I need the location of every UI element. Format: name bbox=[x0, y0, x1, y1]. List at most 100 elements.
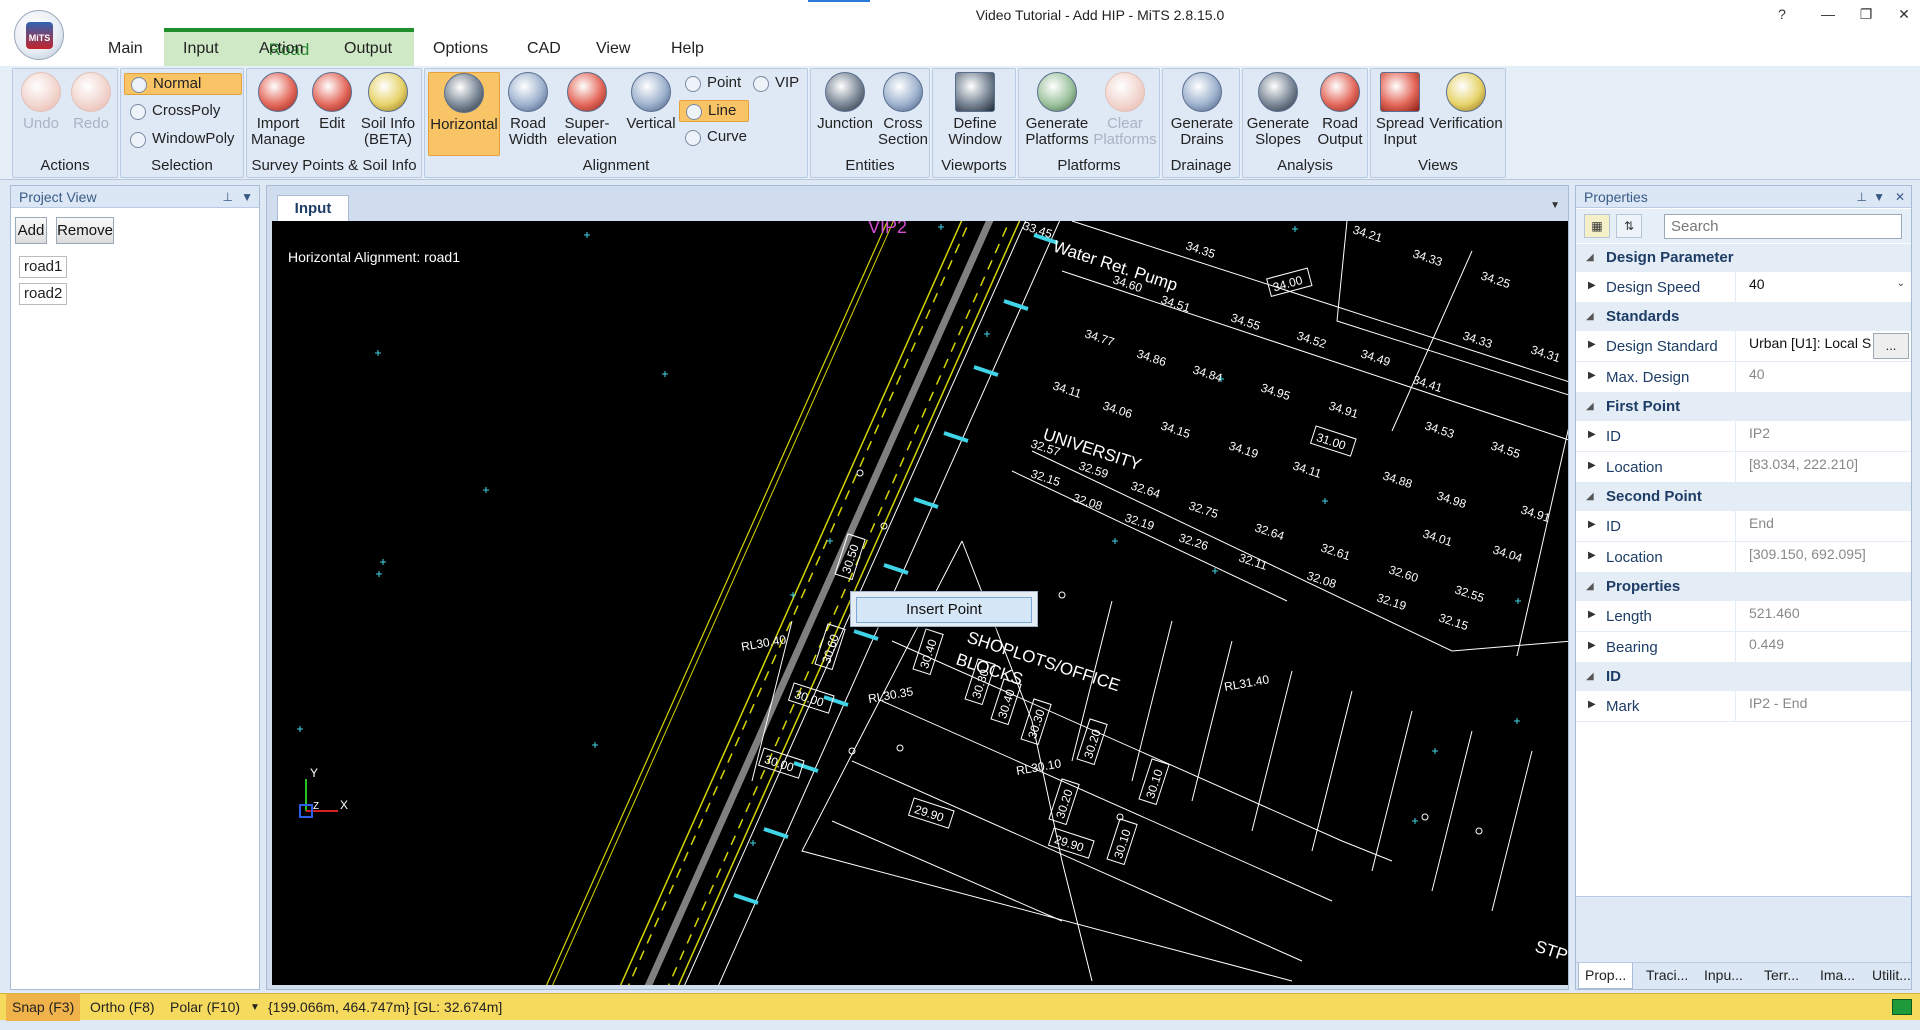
tab-terrain[interactable]: Terr... bbox=[1764, 967, 1799, 983]
tab-help[interactable]: Help bbox=[671, 40, 704, 58]
collapse-icon[interactable]: ◢ bbox=[1586, 483, 1594, 511]
vertical-alignment-button[interactable]: Vertical bbox=[623, 72, 679, 132]
redo-button[interactable]: Redo bbox=[69, 72, 113, 132]
insert-point-menu-item[interactable]: Insert Point bbox=[856, 597, 1032, 623]
minimize-icon[interactable]: — bbox=[1813, 3, 1843, 25]
restore-icon[interactable]: ❐ bbox=[1851, 3, 1881, 25]
expand-icon[interactable]: ▶ bbox=[1588, 339, 1596, 350]
generate-drains-icon bbox=[1182, 72, 1222, 112]
snap-toggle[interactable]: Snap (F3) bbox=[6, 994, 81, 1021]
tab-input[interactable]: Input bbox=[183, 40, 219, 58]
tab-options[interactable]: Options bbox=[433, 40, 488, 58]
expand-icon[interactable]: ▶ bbox=[1588, 370, 1596, 381]
point-button[interactable]: Point bbox=[679, 73, 749, 95]
property-category[interactable]: ◢ First Point bbox=[1576, 393, 1911, 421]
close-icon[interactable]: ✕ bbox=[1895, 186, 1905, 208]
expand-icon[interactable]: ▶ bbox=[1588, 280, 1596, 291]
tab-tracing[interactable]: Traci... bbox=[1646, 967, 1688, 983]
expand-icon[interactable]: ▶ bbox=[1588, 609, 1596, 620]
property-category[interactable]: ◢ ID bbox=[1576, 663, 1911, 691]
road-width-button[interactable]: Road Width bbox=[505, 72, 551, 148]
import-manage-button[interactable]: Import Manage bbox=[251, 72, 305, 148]
ellipsis-button[interactable]: ... bbox=[1873, 333, 1909, 359]
cad-canvas[interactable]: VIP2 Water Ret. Pump UNIVERSITY SHOPLOTS… bbox=[272, 221, 1568, 985]
property-name: Location bbox=[1606, 452, 1736, 482]
polar-toggle[interactable]: Polar (F10) bbox=[164, 994, 246, 1021]
dropdown-icon[interactable]: ▼ bbox=[241, 186, 253, 208]
collapse-icon[interactable]: ◢ bbox=[1586, 663, 1594, 691]
group-entities: Junction Cross Section Entities bbox=[810, 68, 930, 178]
tab-images[interactable]: Ima... bbox=[1820, 967, 1855, 983]
project-item-road2[interactable]: road2 bbox=[19, 283, 67, 305]
undo-button[interactable]: Undo bbox=[19, 72, 63, 132]
property-value[interactable]: 40 bbox=[1745, 273, 1909, 301]
sort-alpha-icon[interactable]: ⇅ bbox=[1616, 214, 1642, 238]
expand-icon[interactable]: ▶ bbox=[1588, 640, 1596, 651]
spread-input-button[interactable]: Spread Input bbox=[1373, 72, 1427, 148]
expand-icon[interactable]: ▶ bbox=[1588, 699, 1596, 710]
tab-cad[interactable]: CAD bbox=[527, 40, 561, 58]
document-list-icon[interactable]: ▼ bbox=[1550, 200, 1560, 211]
curve-button[interactable]: Curve bbox=[679, 127, 749, 149]
categorized-icon[interactable]: ▦ bbox=[1584, 214, 1610, 238]
junction-button[interactable]: Junction bbox=[813, 72, 877, 132]
ortho-toggle[interactable]: Ortho (F8) bbox=[84, 994, 161, 1021]
help-icon[interactable]: ? bbox=[1767, 3, 1797, 25]
spot-level: 34.49 bbox=[1359, 347, 1392, 370]
dropdown-icon[interactable]: ▼ bbox=[1873, 186, 1885, 208]
collapse-icon[interactable]: ◢ bbox=[1586, 303, 1594, 331]
remove-button[interactable]: Remove bbox=[56, 217, 114, 244]
road-output-button[interactable]: Road Output bbox=[1313, 72, 1367, 148]
expand-icon[interactable]: ▶ bbox=[1588, 429, 1596, 440]
horizontal-alignment-button[interactable]: Horizontal bbox=[428, 72, 500, 156]
generate-drains-button[interactable]: Generate Drains bbox=[1167, 72, 1237, 148]
spot-level: 32.08 bbox=[1071, 491, 1104, 514]
define-window-button[interactable]: Define Window bbox=[937, 72, 1013, 148]
cross-section-button[interactable]: Cross Section bbox=[877, 72, 929, 148]
project-item-road1[interactable]: road1 bbox=[19, 256, 67, 278]
windowpoly-selection-button[interactable]: WindowPoly bbox=[124, 129, 242, 151]
soil-info-button[interactable]: Soil Info (BETA) bbox=[357, 72, 419, 148]
property-category[interactable]: ◢ Second Point bbox=[1576, 483, 1911, 511]
clear-platforms-button[interactable]: Clear Platforms bbox=[1091, 72, 1159, 148]
verification-button[interactable]: Verification bbox=[1427, 72, 1505, 132]
properties-search-input[interactable]: Search bbox=[1664, 214, 1902, 239]
normal-selection-button[interactable]: Normal bbox=[124, 73, 242, 95]
spot-level: 34.52 bbox=[1295, 329, 1328, 352]
app-menu-button[interactable]: MiTS bbox=[14, 10, 64, 60]
property-row: ▶ Bearing 0.449 bbox=[1576, 632, 1911, 663]
expand-icon[interactable]: ▶ bbox=[1588, 460, 1596, 471]
document-area: Input ▼ VIP2 Water Ret. Pump UNIVERSITY … bbox=[266, 185, 1569, 990]
property-category[interactable]: ◢ Design Parameter bbox=[1576, 244, 1911, 272]
generate-platforms-button[interactable]: Generate Platforms bbox=[1021, 72, 1093, 148]
property-name: Location bbox=[1606, 542, 1736, 572]
tab-output[interactable]: Output bbox=[344, 40, 392, 58]
line-button[interactable]: Line bbox=[679, 100, 749, 122]
collapse-icon[interactable]: ◢ bbox=[1586, 244, 1594, 272]
generate-slopes-button[interactable]: Generate Slopes bbox=[1245, 72, 1311, 148]
superelevation-button[interactable]: Super-elevation bbox=[553, 72, 621, 148]
close-icon[interactable]: ✕ bbox=[1889, 3, 1919, 25]
project-view-header: Project View ⊥ ▼ bbox=[11, 186, 259, 208]
tab-view[interactable]: View bbox=[596, 40, 630, 58]
tab-input-panel[interactable]: Inpu... bbox=[1704, 967, 1743, 983]
add-button[interactable]: Add bbox=[15, 217, 47, 244]
tab-action[interactable]: Action bbox=[259, 40, 303, 58]
property-category[interactable]: ◢ Standards bbox=[1576, 303, 1911, 331]
pin-icon[interactable]: ⊥ bbox=[223, 186, 233, 208]
collapse-icon[interactable]: ◢ bbox=[1586, 573, 1594, 601]
tab-input-document[interactable]: Input bbox=[277, 195, 349, 221]
expand-icon[interactable]: ▶ bbox=[1588, 519, 1596, 530]
expand-icon[interactable]: ▶ bbox=[1588, 550, 1596, 561]
tab-utilities[interactable]: Utilit... bbox=[1872, 967, 1911, 983]
pin-icon[interactable]: ⊥ bbox=[1857, 186, 1867, 208]
chevron-down-icon[interactable]: ⌄ bbox=[1897, 278, 1905, 289]
polar-dropdown-icon[interactable]: ▼ bbox=[250, 994, 260, 1021]
collapse-icon[interactable]: ◢ bbox=[1586, 393, 1594, 421]
property-category[interactable]: ◢ Properties bbox=[1576, 573, 1911, 601]
vip-button[interactable]: VIP bbox=[747, 73, 807, 95]
tab-main[interactable]: Main bbox=[108, 40, 143, 58]
tab-properties[interactable]: Prop... bbox=[1578, 963, 1634, 989]
edit-survey-button[interactable]: Edit bbox=[309, 72, 355, 132]
crosspoly-selection-button[interactable]: CrossPoly bbox=[124, 101, 242, 123]
